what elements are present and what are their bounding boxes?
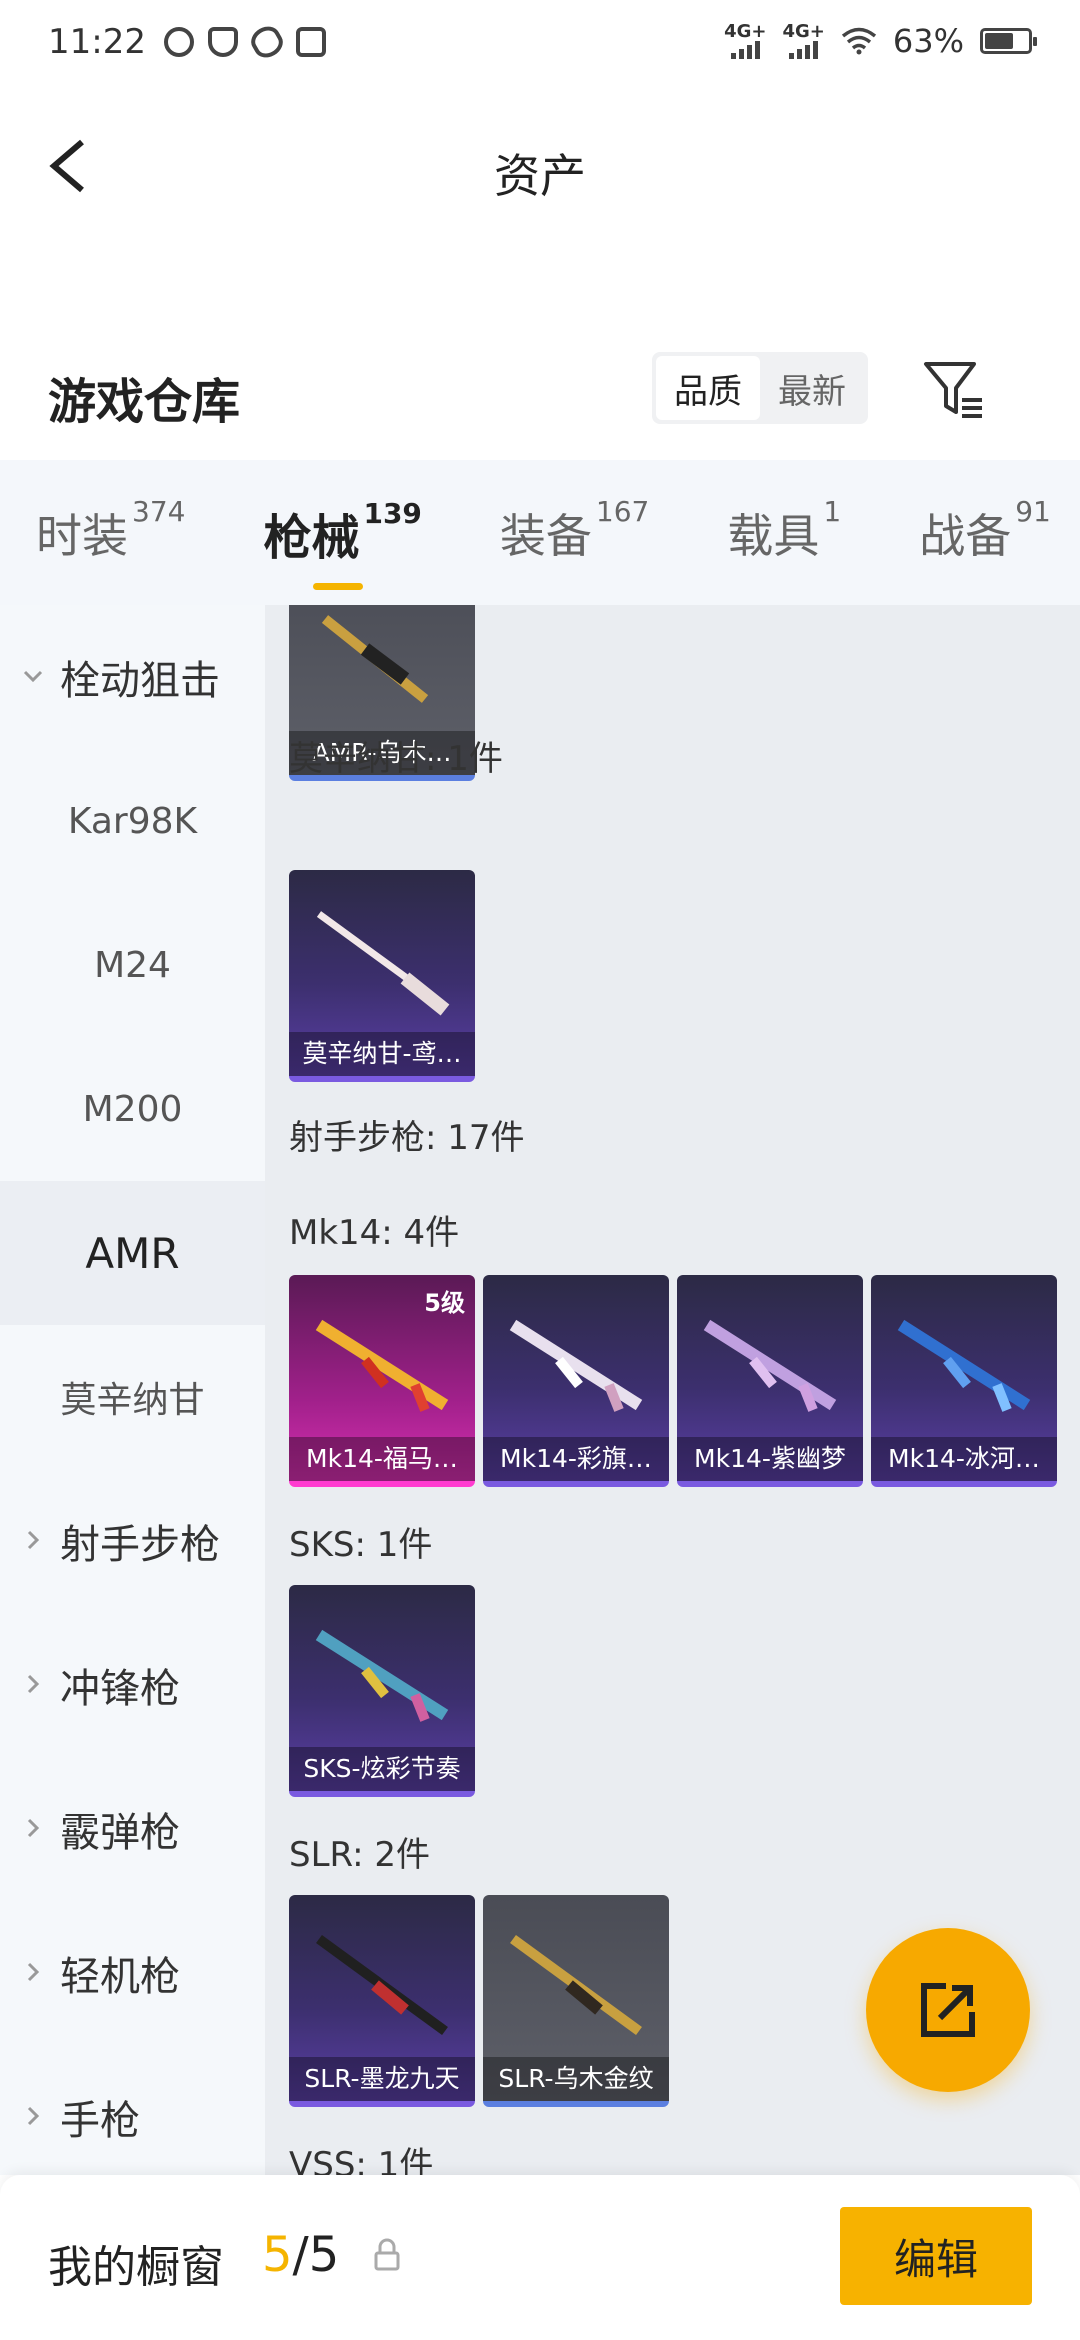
tab-supplies[interactable]: 战备 91 <box>919 495 1051 566</box>
weapon-card[interactable]: SKS-炫彩节奏 <box>289 1585 475 1797</box>
battery-percent: 63% <box>892 22 964 60</box>
sidebar-item-m200[interactable]: M200 <box>0 1037 265 1181</box>
sidebar-group-shotgun[interactable]: 霰弹枪 <box>0 1757 265 1901</box>
notification-app-icon <box>295 27 326 57</box>
tab-equipment[interactable]: 装备 167 <box>500 495 649 566</box>
page-title: 资产 <box>494 149 586 203</box>
share-icon <box>921 1983 975 2037</box>
rifle-icon <box>316 1934 448 2036</box>
chevron-down-icon <box>23 670 43 683</box>
group-header: Mk14: 4件 <box>289 1213 460 1253</box>
sort-quality-button[interactable]: 品质 <box>656 356 760 420</box>
signal-icon: 4G+ <box>724 23 766 59</box>
rifle-icon <box>321 615 429 703</box>
showcase-label: 我的橱窗 <box>48 2242 224 2293</box>
notification-icons <box>163 21 326 63</box>
sidebar-item-m24[interactable]: M24 <box>0 893 265 1037</box>
wifi-icon <box>841 27 876 55</box>
group-header: 莫辛纳甘: 1件 <box>289 739 503 779</box>
weapon-card[interactable]: SLR-墨龙九天 <box>289 1895 475 2107</box>
sidebar-group-smg[interactable]: 冲锋枪 <box>0 1613 265 1757</box>
chevron-right-icon <box>27 2106 40 2126</box>
weapon-card[interactable]: Mk14-冰河… <box>871 1275 1057 1487</box>
notification-app-icon <box>163 27 194 57</box>
warehouse-header: 游戏仓库 品质 最新 <box>0 340 1080 460</box>
chevron-right-icon <box>27 1962 40 1982</box>
rifle-icon <box>509 1319 643 1412</box>
group-header: 射手步枪: 17件 <box>289 1118 525 1158</box>
weapon-card[interactable]: 莫辛纳甘-鸢… <box>289 870 475 1082</box>
weapon-card[interactable]: Mk14-彩旗… <box>483 1275 669 1487</box>
sidebar-group-pistol[interactable]: 手枪 <box>0 2045 265 2189</box>
sidebar-item-amr[interactable]: AMR <box>0 1181 265 1325</box>
sidebar-group-lmg[interactable]: 轻机枪 <box>0 1901 265 2045</box>
sidebar-item-mosin[interactable]: 莫辛纳甘 <box>0 1325 265 1469</box>
category-tabs: 时装 374 枪械 139 装备 167 载具 1 战备 91 <box>0 460 1080 605</box>
status-time: 11:22 <box>48 22 146 62</box>
signal-icon: 4G+ <box>782 23 825 59</box>
status-bar: 11:22 4G+ 4G+ 63% <box>0 0 1080 84</box>
rifle-icon <box>316 911 450 1016</box>
showcase-bar: 我的橱窗 5/5 编辑 <box>0 2175 1080 2340</box>
sort-toggle: 品质 最新 <box>652 352 868 424</box>
group-header: VSS: 1件 <box>289 2145 434 2175</box>
rifle-icon <box>315 1319 449 1412</box>
rifle-icon <box>315 1629 449 1722</box>
sidebar-group-bolt-action[interactable]: 栓动狙击 <box>0 605 265 749</box>
group-header: SLR: 2件 <box>289 1835 430 1875</box>
tab-vehicles[interactable]: 载具 1 <box>727 495 841 566</box>
weapon-card[interactable]: 5级 Mk14-福马… <box>289 1275 475 1487</box>
share-button[interactable] <box>866 1928 1030 2092</box>
chevron-right-icon <box>27 1530 40 1550</box>
rifle-icon <box>703 1319 837 1412</box>
sidebar-group-dmr[interactable]: 射手步枪 <box>0 1469 265 1613</box>
tab-firearms[interactable]: 枪械 139 <box>263 497 422 590</box>
lock-icon <box>374 2238 400 2271</box>
weapon-sidebar: 栓动狙击 Kar98K M24 M200 AMR 莫辛纳甘 射手步枪 冲锋枪 霰… <box>0 605 265 2175</box>
warehouse-title: 游戏仓库 <box>48 374 241 430</box>
tab-fashion[interactable]: 时装 374 <box>36 495 185 566</box>
rifle-icon <box>510 1934 642 2036</box>
weapon-card[interactable]: SLR-乌木金纹 <box>483 1895 669 2107</box>
edit-button[interactable]: 编辑 <box>840 2207 1032 2305</box>
sort-latest-button[interactable]: 最新 <box>760 356 864 420</box>
chevron-right-icon <box>27 1674 40 1694</box>
battery-icon <box>980 28 1037 54</box>
sidebar-item-kar98k[interactable]: Kar98K <box>0 749 265 893</box>
chevron-right-icon <box>27 1818 40 1838</box>
notification-app-icon <box>207 27 238 57</box>
filter-icon[interactable] <box>922 358 986 422</box>
notification-app-icon <box>246 21 288 63</box>
showcase-count: 5/5 <box>262 2227 340 2283</box>
group-header: SKS: 1件 <box>289 1525 433 1565</box>
top-bar: 资产 <box>0 110 1080 220</box>
rifle-icon <box>897 1319 1031 1412</box>
weapon-card[interactable]: Mk14-紫幽梦 <box>677 1275 863 1487</box>
